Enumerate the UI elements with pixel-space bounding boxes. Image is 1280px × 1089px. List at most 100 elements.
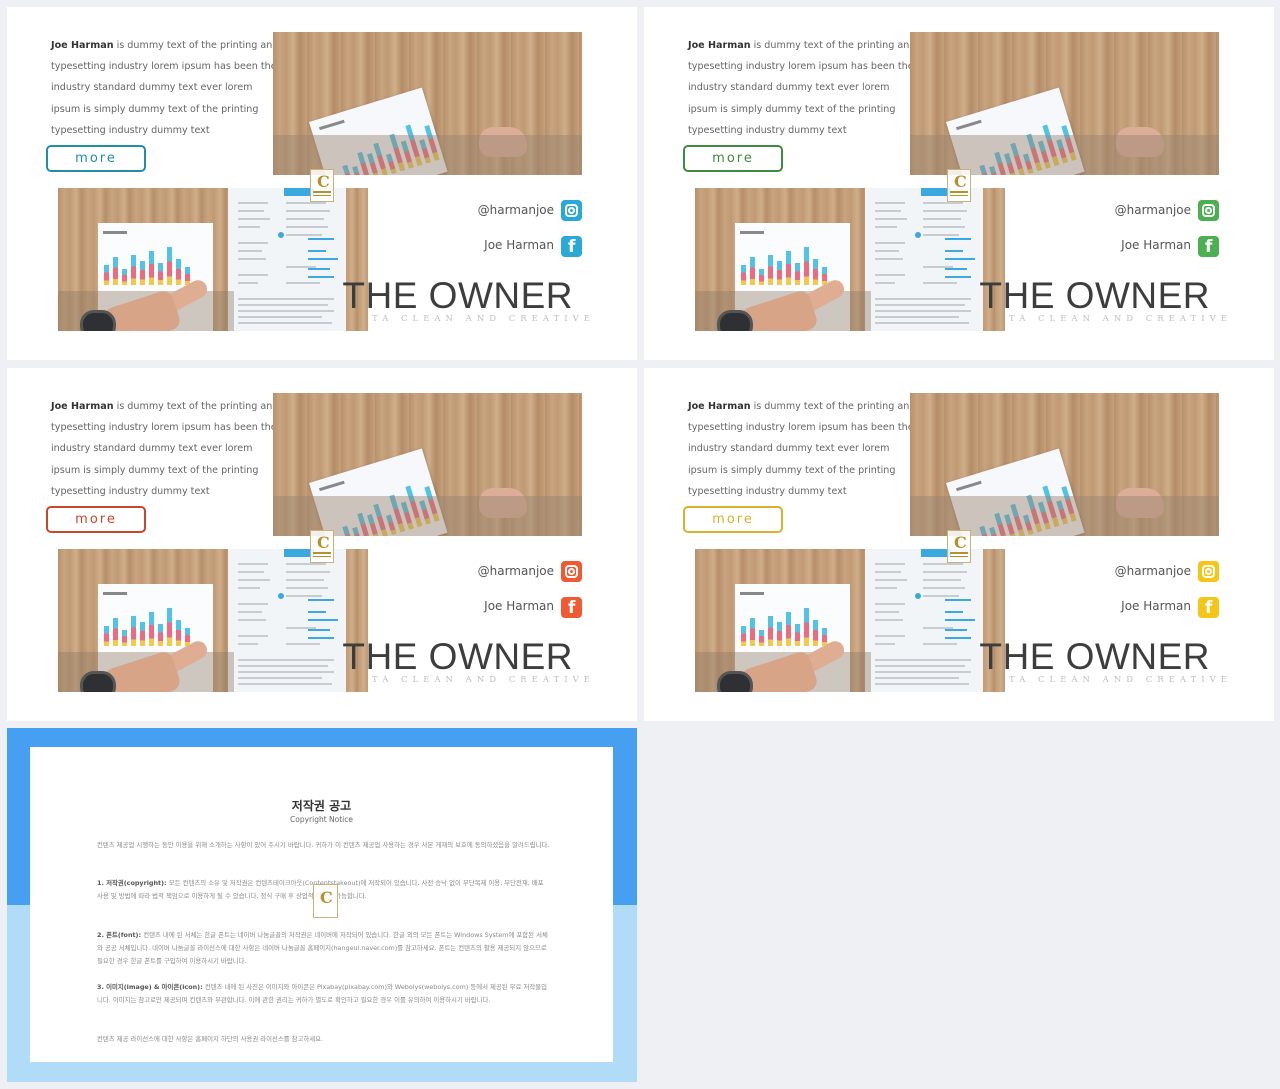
social-handle[interactable]: @harmanjoe	[1115, 203, 1191, 217]
resume-line	[875, 210, 901, 212]
chart-bar	[113, 618, 118, 646]
body-name: Joe Harman	[688, 401, 751, 412]
resume-line	[238, 202, 268, 204]
slide-red[interactable]: Joe Harman is dummy text of the printing…	[7, 368, 637, 721]
slide-subline: TA CLEAN AND CREATIVE	[1009, 675, 1232, 685]
copyright-subtitle: Copyright Notice	[290, 815, 353, 824]
copyright-section-2: 2. 폰트(font): 컨텐츠 내에 된 서체는 한글 폰트는 네이버 나눔글…	[97, 929, 550, 968]
icon-part	[568, 568, 575, 575]
chart-bar	[104, 265, 109, 285]
paper-title-line	[955, 119, 982, 131]
watch-shape	[717, 671, 753, 692]
facebook-icon[interactable]: f	[1198, 236, 1219, 257]
resume-line	[875, 218, 907, 220]
slide-title: THE OWNER	[979, 275, 1210, 316]
paper-bar-chart	[104, 237, 194, 285]
resume-line	[923, 210, 967, 212]
slide-title: THE OWNER	[342, 636, 573, 677]
resume-line	[875, 603, 905, 605]
resume-line	[238, 677, 322, 679]
resume-line	[875, 683, 969, 685]
more-button[interactable]: more	[683, 145, 783, 172]
chart-bar	[768, 616, 773, 646]
social-handle[interactable]: @harmanjoe	[478, 203, 554, 217]
paper-title-line	[955, 480, 982, 492]
chart-bar	[167, 608, 172, 646]
body-paragraph: Joe Harman is dummy text of the printing…	[51, 35, 279, 141]
chart-bar	[176, 259, 181, 285]
resume-line	[238, 635, 268, 637]
copyright-outro: 컨텐츠 제공 라이선스에 대한 사항은 홈페이지 하단의 사용권 라이선스를 참…	[97, 1035, 324, 1043]
resume-line	[923, 218, 961, 220]
copyright-slide[interactable]: 저작권 공고 Copyright Notice 컨텐츠 제공업 시행하는 동안 …	[7, 728, 637, 1082]
slide-yellow[interactable]: Joe Harman is dummy text of the printing…	[644, 368, 1274, 721]
instagram-icon[interactable]	[1198, 200, 1219, 221]
resume-line	[875, 316, 959, 318]
logo-badge-icon: C	[313, 884, 338, 918]
resume-line	[875, 258, 903, 260]
instagram-icon[interactable]	[561, 561, 582, 582]
resume-line	[238, 619, 266, 621]
body-name: Joe Harman	[688, 40, 751, 51]
copyright-section-text: 컨텐츠 내에 된 서체는 한글 폰트는 네이버 나눔글꼴의 저작권은 네이버에 …	[97, 931, 548, 965]
chart-bar	[158, 263, 163, 285]
more-button[interactable]: more	[46, 145, 146, 172]
paper-bar-chart	[741, 237, 831, 285]
social-handle[interactable]: @harmanjoe	[1115, 564, 1191, 578]
logo-line	[950, 552, 968, 554]
logo-badge-icon: C	[947, 169, 971, 202]
watch-shape	[80, 310, 116, 331]
chart-bar	[804, 247, 809, 285]
instagram-icon[interactable]	[1198, 561, 1219, 582]
slide-teal[interactable]: Joe Harman is dummy text of the printing…	[7, 7, 637, 360]
social-handle[interactable]: @harmanjoe	[478, 564, 554, 578]
resume-line	[286, 563, 326, 565]
chart-bar	[750, 257, 755, 285]
facebook-icon[interactable]: f	[561, 597, 582, 618]
resume-line	[286, 643, 320, 645]
resume-line	[238, 298, 334, 300]
resume-line	[923, 226, 965, 228]
resume-line	[875, 563, 905, 565]
resume-line	[238, 218, 270, 220]
resume-skill-bar	[308, 238, 334, 240]
facebook-icon[interactable]: f	[561, 236, 582, 257]
facebook-icon[interactable]: f	[1198, 597, 1219, 618]
slide-green[interactable]: Joe Harman is dummy text of the printing…	[644, 7, 1274, 360]
body-name: Joe Harman	[51, 401, 114, 412]
chart-bar	[149, 251, 154, 285]
resume-skill-bar	[308, 258, 338, 260]
body-text: is dummy text of the printing and typese…	[51, 40, 279, 136]
chart-bar	[759, 269, 764, 285]
icon-part: f	[568, 237, 576, 257]
chart-bar	[813, 620, 818, 646]
resume-skill-bar	[945, 599, 971, 601]
resume-line	[875, 665, 965, 667]
resume-line	[238, 282, 258, 284]
copyright-title: 저작권 공고	[291, 799, 352, 813]
resume-line	[875, 250, 899, 252]
paper-bar-chart	[741, 598, 831, 646]
resume-line	[238, 304, 328, 306]
resume-line	[875, 571, 901, 573]
logo-letter: C	[320, 888, 333, 907]
resume-skill-bar	[945, 637, 971, 639]
slide-subline: TA CLEAN AND CREATIVE	[372, 314, 595, 324]
more-button[interactable]: more	[683, 506, 783, 533]
resume-line	[238, 579, 270, 581]
resume-skill-bar	[308, 599, 334, 601]
resume-skill-bar	[945, 238, 971, 240]
slide-subline: TA CLEAN AND CREATIVE	[372, 675, 595, 685]
chart-bar	[804, 608, 809, 646]
more-button[interactable]: more	[46, 506, 146, 533]
owner-name: Joe Harman	[484, 238, 554, 252]
body-text: is dummy text of the printing and typese…	[51, 401, 279, 497]
resume-line	[286, 202, 326, 204]
chart-bar	[149, 612, 154, 646]
icon-part: f	[568, 598, 576, 618]
resume-line	[238, 671, 334, 673]
chart-bar	[777, 622, 782, 646]
resume-line	[286, 210, 330, 212]
instagram-icon[interactable]	[561, 200, 582, 221]
resume-skill-bar	[945, 258, 975, 260]
